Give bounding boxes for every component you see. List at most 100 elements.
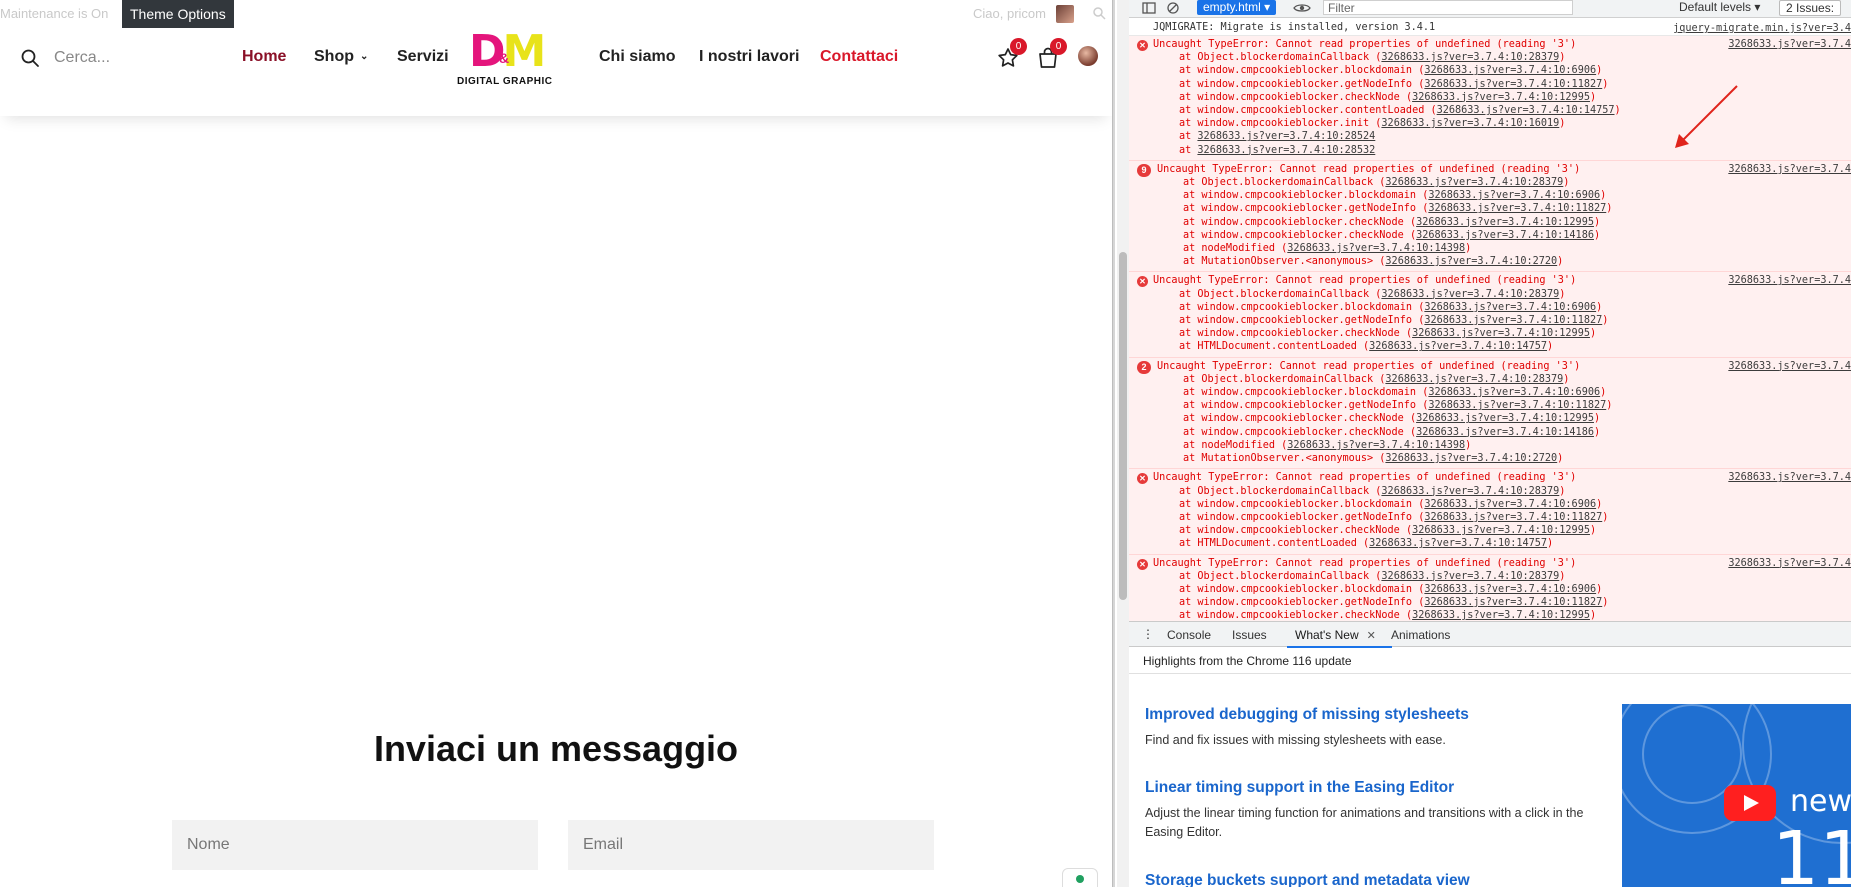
nav-shop[interactable]: Shop ⌄ xyxy=(314,48,368,66)
live-expression-eye-icon[interactable] xyxy=(1293,1,1311,15)
stack-frame-link[interactable]: 3268633.js?ver=3.7.4:10:6906 xyxy=(1424,65,1596,76)
tab-animations[interactable]: Animations xyxy=(1391,628,1450,642)
stack-frame-link[interactable]: 3268633.js?ver=3.7.4:10:14398 xyxy=(1287,243,1465,254)
whats-new-item-title[interactable]: Storage buckets support and metadata vie… xyxy=(1145,872,1470,887)
stack-frame: at window.cmpcookieblocker.blockdomain (… xyxy=(1183,387,1607,399)
stack-frame-link[interactable]: 3268633.js?ver=3.7.4:10:14757 xyxy=(1369,538,1547,549)
page-scrollbar[interactable] xyxy=(1117,0,1129,887)
console-source-link[interactable]: jquery-migrate.min.js?ver=3.4 xyxy=(1673,22,1851,35)
stack-frame-link[interactable]: 3268633.js?ver=3.7.4:10:11827 xyxy=(1428,203,1606,214)
nav-home[interactable]: Home xyxy=(242,48,286,66)
console-error-group[interactable]: 9 Uncaught TypeError: Cannot read propert… xyxy=(1129,160,1851,273)
stack-frame-link[interactable]: 3268633.js?ver=3.7.4:10:6906 xyxy=(1424,302,1596,313)
stack-frame-link[interactable]: 3268633.js?ver=3.7.4:10:2720 xyxy=(1385,256,1557,267)
stack-frame-link[interactable]: 3268633.js?ver=3.7.4:10:11827 xyxy=(1424,512,1602,523)
stack-frame: at window.cmpcookieblocker.checkNode (32… xyxy=(1183,216,1601,228)
stack-frame: at window.cmpcookieblocker.blockdomain (… xyxy=(1179,583,1603,595)
error-message: 9 Uncaught TypeError: Cannot read propert… xyxy=(1129,162,1851,177)
console-filter-input[interactable] xyxy=(1323,0,1573,15)
whats-new-item-title[interactable]: Linear timing support in the Easing Edit… xyxy=(1145,779,1454,797)
admin-avatar[interactable] xyxy=(1056,5,1074,23)
stack-frame-link[interactable]: 3268633.js?ver=3.7.4:10:28379 xyxy=(1381,486,1559,497)
stack-frame-link[interactable]: 3268633.js?ver=3.7.4:10:28379 xyxy=(1381,289,1559,300)
tab-whats-new[interactable]: What's New ✕ xyxy=(1287,628,1392,648)
stack-frame-link[interactable]: 3268633.js?ver=3.7.4:10:6906 xyxy=(1428,387,1600,398)
stack-frame-link[interactable]: 3268633.js?ver=3.7.4:10:12995 xyxy=(1412,328,1590,339)
stack-frame-link[interactable]: 3268633.js?ver=3.7.4:10:28379 xyxy=(1385,374,1563,385)
scrollbar-thumb[interactable] xyxy=(1119,252,1127,600)
console-error-group[interactable]: 2 Uncaught TypeError: Cannot read propert… xyxy=(1129,357,1851,470)
whats-new-item-title[interactable]: Improved debugging of missing stylesheet… xyxy=(1145,706,1469,724)
stack-frame-link[interactable]: 3268633.js?ver=3.7.4:10:6906 xyxy=(1424,499,1596,510)
stack-frame-link[interactable]: 3268633.js?ver=3.7.4:10:11827 xyxy=(1424,315,1602,326)
stack-frame-link[interactable]: 3268633.js?ver=3.7.4:10:28379 xyxy=(1385,177,1563,188)
stack-frame-link[interactable]: 3268633.js?ver=3.7.4:10:2720 xyxy=(1385,453,1557,464)
sidebar-toggle-icon[interactable] xyxy=(1142,1,1156,15)
nav-nostri-lavori[interactable]: I nostri lavori xyxy=(699,48,799,66)
floating-widget-button[interactable] xyxy=(1062,868,1098,887)
console-source-link[interactable]: 3268633.js?ver=3.7.4 xyxy=(1724,359,1851,373)
console-error-group[interactable]: ✕ Uncaught TypeError: Cannot read propert… xyxy=(1129,469,1851,555)
stack-frame-link[interactable]: 3268633.js?ver=3.7.4:10:12995 xyxy=(1412,610,1590,621)
name-field[interactable] xyxy=(172,820,538,870)
admin-greeting[interactable]: Ciao, pricom xyxy=(973,6,1046,21)
panel-resize-handle[interactable] xyxy=(1112,0,1115,887)
stack-frame-link[interactable]: 3268633.js?ver=3.7.4:10:12995 xyxy=(1412,92,1590,103)
stack-frame-link[interactable]: 3268633.js?ver=3.7.4:10:16019 xyxy=(1381,118,1559,129)
console-messages: JQMIGRATE: Migrate is installed, version… xyxy=(1129,19,1851,621)
search-icon[interactable] xyxy=(20,48,40,68)
issues-counter-button[interactable]: 2 Issues: xyxy=(1779,0,1842,16)
console-error-group[interactable]: ✕ Uncaught TypeError: Cannot read propert… xyxy=(1129,554,1851,621)
user-avatar[interactable] xyxy=(1078,46,1098,66)
stack-frame-link[interactable]: 3268633.js?ver=3.7.4:10:28379 xyxy=(1381,52,1559,63)
console-source-link[interactable]: 3268633.js?ver=3.7.4 xyxy=(1724,556,1851,570)
stack-frame-link[interactable]: 3268633.js?ver=3.7.4:10:14186 xyxy=(1416,427,1594,438)
context-select[interactable]: empty.html ▾ xyxy=(1197,0,1277,15)
stack-frame-link[interactable]: 3268633.js?ver=3.7.4:10:6906 xyxy=(1424,584,1596,595)
nav-contattaci[interactable]: Contattaci xyxy=(820,48,898,66)
tab-console[interactable]: Console xyxy=(1167,628,1211,642)
stack-frame-link[interactable]: 3268633.js?ver=3.7.4:10:14757 xyxy=(1437,105,1615,116)
stack-frame: at window.cmpcookieblocker.getNodeInfo (… xyxy=(1183,400,1613,412)
devtools-panel: empty.html ▾ Default levels ▾ 2 Issues: … xyxy=(1129,0,1851,887)
stack-frame-link[interactable]: 3268633.js?ver=3.7.4:10:28532 xyxy=(1197,145,1375,156)
stack-frame-link[interactable]: 3268633.js?ver=3.7.4:10:11827 xyxy=(1428,400,1606,411)
nav-servizi[interactable]: Servizi xyxy=(397,48,449,66)
stack-frame: at window.cmpcookieblocker.checkNode (32… xyxy=(1179,610,1597,621)
email-field[interactable] xyxy=(568,820,934,870)
stack-frame-link[interactable]: 3268633.js?ver=3.7.4:10:14186 xyxy=(1416,230,1594,241)
tab-issues[interactable]: Issues xyxy=(1232,628,1267,642)
close-tab-icon[interactable]: ✕ xyxy=(1367,630,1376,642)
stack-frame-link[interactable]: 3268633.js?ver=3.7.4:10:28524 xyxy=(1197,131,1375,142)
nav-chi-siamo[interactable]: Chi siamo xyxy=(599,48,675,66)
stack-frame-link[interactable]: 3268633.js?ver=3.7.4:10:11827 xyxy=(1424,79,1602,90)
console-source-link[interactable]: 3268633.js?ver=3.7.4 xyxy=(1724,471,1851,485)
site-logo[interactable]: DM & DIGITAL GRAPHIC xyxy=(455,26,565,88)
clear-console-icon[interactable] xyxy=(1166,1,1180,15)
console-source-link[interactable]: 3268633.js?ver=3.7.4 xyxy=(1724,162,1851,177)
console-source-link[interactable]: 3268633.js?ver=3.7.4 xyxy=(1724,274,1851,288)
stack-frame: at window.cmpcookieblocker.checkNode (32… xyxy=(1179,91,1597,103)
more-tools-icon[interactable]: ⋮ xyxy=(1142,627,1154,641)
theme-options-button[interactable]: Theme Options xyxy=(122,0,234,28)
stack-frame: at window.cmpcookieblocker.init (3268633… xyxy=(1179,118,1566,130)
stack-frame-link[interactable]: 3268633.js?ver=3.7.4:10:12995 xyxy=(1416,217,1594,228)
admin-search-icon[interactable] xyxy=(1092,6,1106,20)
stack-frame-link[interactable]: 3268633.js?ver=3.7.4:10:11827 xyxy=(1424,597,1602,608)
stack-frame-link[interactable]: 3268633.js?ver=3.7.4:10:12995 xyxy=(1416,413,1594,424)
whats-new-video-thumbnail[interactable]: new 116 xyxy=(1622,704,1851,887)
console-error-group[interactable]: ✕ Uncaught TypeError: Cannot read propert… xyxy=(1129,36,1851,161)
stack-frame: at 3268633.js?ver=3.7.4:10:28524 xyxy=(1179,131,1376,143)
log-levels-dropdown[interactable]: Default levels ▾ xyxy=(1679,0,1760,14)
stack-frame-link[interactable]: 3268633.js?ver=3.7.4:10:12995 xyxy=(1412,525,1590,536)
stack-frame-link[interactable]: 3268633.js?ver=3.7.4:10:6906 xyxy=(1428,190,1600,201)
stack-frame-link[interactable]: 3268633.js?ver=3.7.4:10:28379 xyxy=(1381,571,1559,582)
console-source-link[interactable]: 3268633.js?ver=3.7.4 xyxy=(1724,38,1851,52)
maintenance-notice[interactable]: Maintenance is On xyxy=(0,6,108,21)
play-icon[interactable] xyxy=(1724,785,1776,821)
stack-frame: at nodeModified (3268633.js?ver=3.7.4:10… xyxy=(1183,439,1472,451)
console-error-group[interactable]: ✕ Uncaught TypeError: Cannot read propert… xyxy=(1129,272,1851,358)
stack-frame-link[interactable]: 3268633.js?ver=3.7.4:10:14757 xyxy=(1369,341,1547,352)
search-input[interactable] xyxy=(54,46,214,70)
stack-frame-link[interactable]: 3268633.js?ver=3.7.4:10:14398 xyxy=(1287,440,1465,451)
